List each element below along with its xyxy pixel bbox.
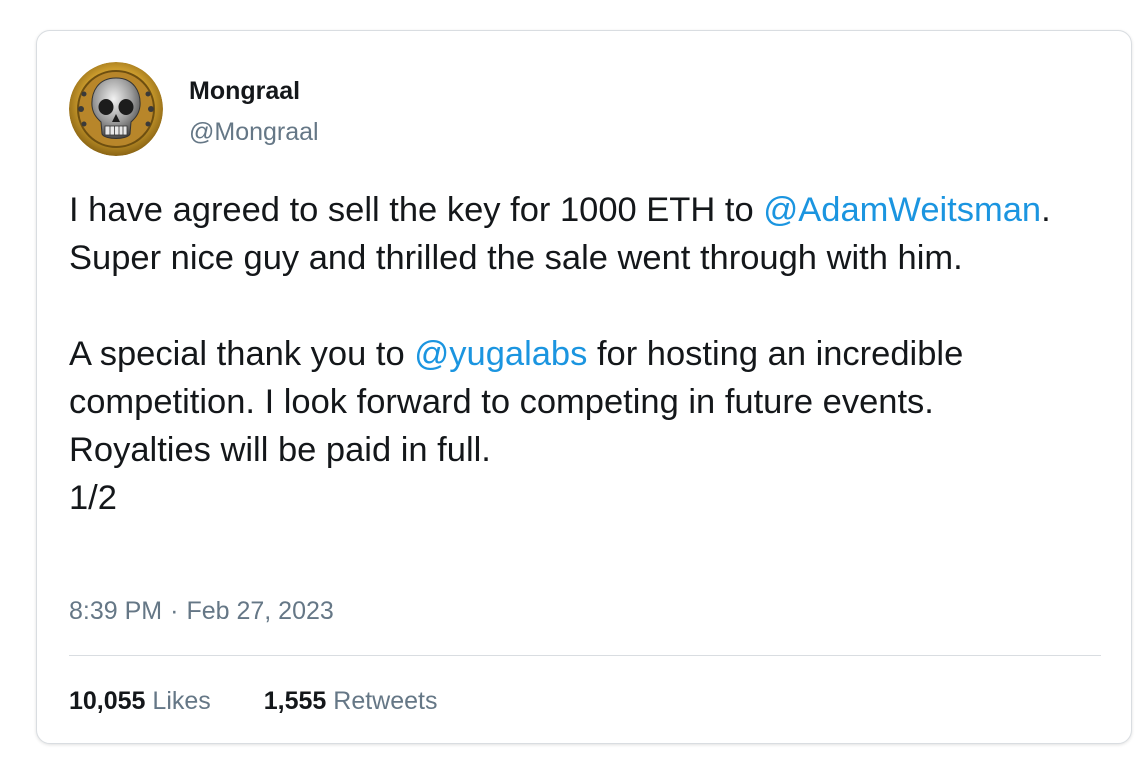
meta-separator: · <box>170 597 179 625</box>
divider <box>69 655 1101 656</box>
likes-count: 10,055 <box>69 687 146 715</box>
likes-stat[interactable]: 10,055 Likes <box>69 686 211 716</box>
mention-link-adamweitsman[interactable]: @AdamWeitsman <box>763 191 1041 229</box>
tweet-card: Mongraal @Mongraal I have agreed to sell… <box>36 30 1132 744</box>
tweet-text-segment: I have agreed to sell the key for 1000 E… <box>69 191 764 229</box>
likes-label: Likes <box>152 687 211 715</box>
tweet-timestamp[interactable]: 8:39 PM · Feb 27, 2023 <box>69 596 334 626</box>
author-handle[interactable]: @Mongraal <box>189 117 319 147</box>
tweet-stats: 10,055 Likes 1,555 Retweets <box>69 686 483 716</box>
tweet-text-segment: A special thank you to <box>69 335 415 373</box>
tweet-date: Feb 27, 2023 <box>186 597 334 625</box>
tweet-body: I have agreed to sell the key for 1000 E… <box>69 186 1109 522</box>
author-avatar[interactable] <box>69 62 163 156</box>
retweets-count: 1,555 <box>263 687 327 715</box>
tweet-line-royalties: Royalties will be paid in full. <box>69 431 491 469</box>
skull-coin-avatar-icon <box>69 62 163 156</box>
author-name[interactable]: Mongraal <box>189 76 300 106</box>
retweets-stat[interactable]: 1,555 Retweets <box>264 686 438 716</box>
tweet-line-thread-count: 1/2 <box>69 479 117 517</box>
mention-link-yugalabs[interactable]: @yugalabs <box>414 335 587 373</box>
tweet-time: 8:39 PM <box>69 597 163 625</box>
tweet-paragraph-1: I have agreed to sell the key for 1000 E… <box>69 186 1109 282</box>
retweets-label: Retweets <box>333 687 438 715</box>
tweet-paragraph-2: A special thank you to @yugalabs for hos… <box>69 330 1109 426</box>
